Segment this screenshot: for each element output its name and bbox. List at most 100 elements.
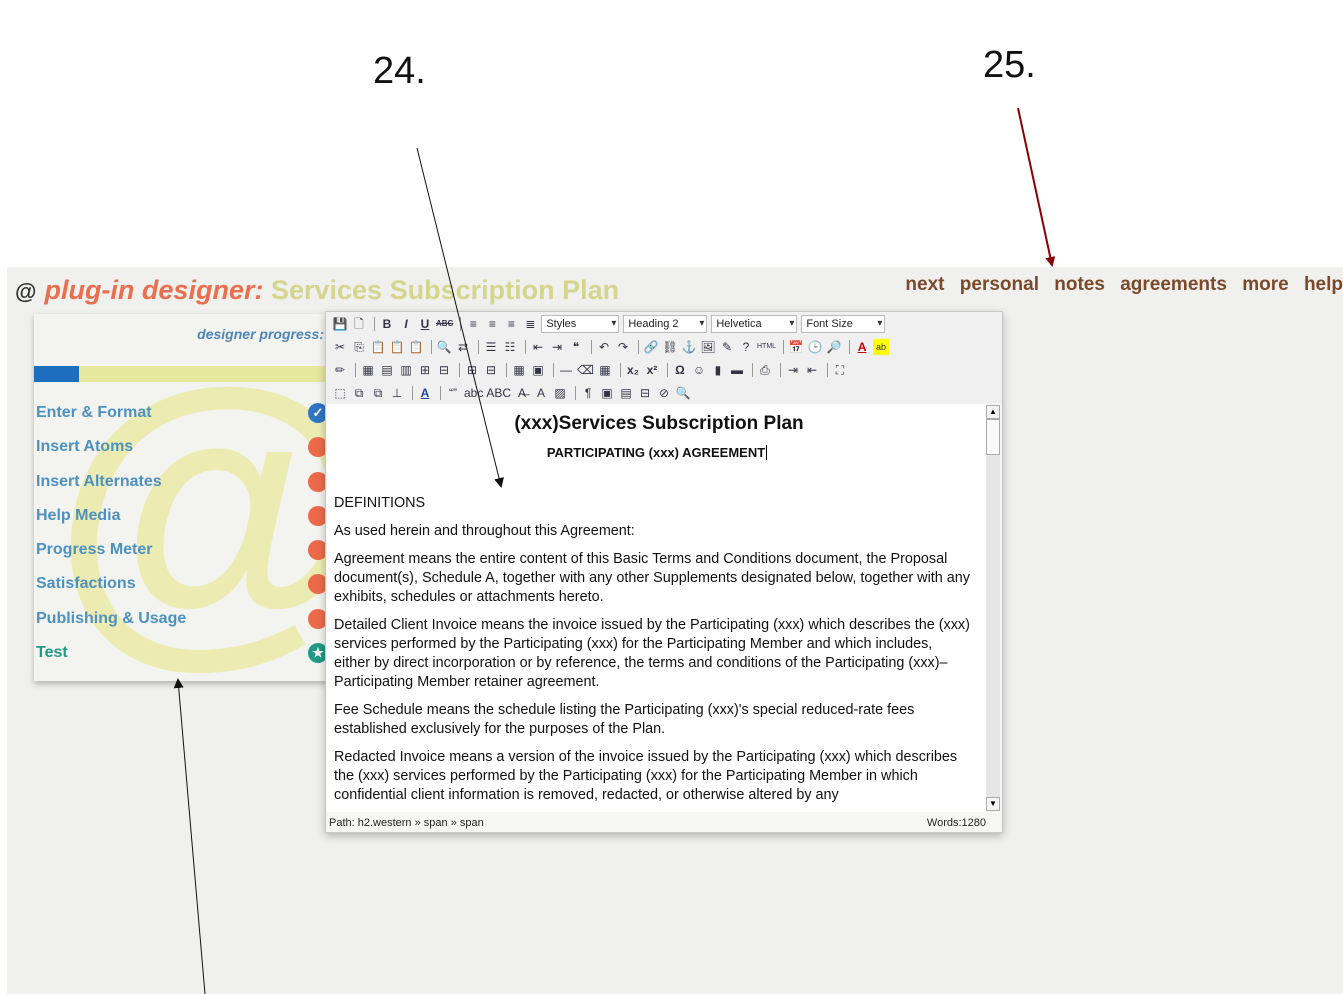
abbr-icon[interactable]: abc — [464, 385, 483, 401]
merge-cell-icon[interactable]: ▣ — [530, 362, 546, 378]
redo-icon[interactable]: ↷ — [615, 339, 631, 355]
cleanup-icon[interactable]: ✎ — [719, 339, 735, 355]
insert-date-icon[interactable]: 📅 — [788, 339, 804, 355]
paste-word-icon[interactable]: 📋 — [408, 339, 424, 355]
horizontal-rule-icon[interactable]: — — [558, 362, 574, 378]
table-icon[interactable]: ▦ — [360, 362, 376, 378]
cell-props-icon[interactable]: ▥ — [398, 362, 414, 378]
html-source-button[interactable]: HTML — [757, 339, 776, 355]
save-icon[interactable]: 💾 — [332, 316, 348, 332]
bullet-list-icon[interactable]: ☰ — [483, 339, 499, 355]
scroll-down-icon[interactable]: ▼ — [986, 797, 1000, 811]
step-test[interactable]: Test ★ — [34, 636, 334, 670]
insert-row-icon[interactable]: ⊞ — [417, 362, 433, 378]
hr-icon[interactable]: ▬ — [729, 362, 745, 378]
paste-icon[interactable]: 📋 — [370, 339, 386, 355]
delete-row-icon[interactable]: ⊟ — [436, 362, 452, 378]
template-icon[interactable]: ▤ — [618, 385, 634, 401]
scroll-thumb[interactable] — [986, 419, 1000, 455]
highlight-color-icon[interactable]: ab — [873, 339, 890, 355]
step-insert-atoms[interactable]: Insert Atoms — [34, 430, 334, 464]
underline-button[interactable]: U — [417, 316, 433, 332]
edit-icon[interactable]: ✏ — [332, 362, 348, 378]
nav-more[interactable]: more — [1242, 274, 1288, 295]
move-forward-icon[interactable]: ⧉ — [351, 385, 367, 401]
format-select[interactable]: Heading 2 — [623, 315, 708, 333]
split-cell-icon[interactable]: ▦ — [511, 362, 527, 378]
nav-agreements[interactable]: agreements — [1120, 274, 1227, 295]
align-right-icon[interactable]: ≡ — [503, 316, 519, 332]
nav-help[interactable]: help — [1304, 274, 1343, 295]
special-char-button[interactable]: Ω — [672, 362, 688, 378]
emoticon-icon[interactable]: ☺ — [691, 362, 707, 378]
ltr-icon[interactable]: ⇥ — [785, 362, 801, 378]
step-progress-meter[interactable]: Progress Meter — [34, 533, 334, 567]
align-left-icon[interactable]: ≡ — [465, 316, 481, 332]
spellcheck-icon[interactable]: ⊘ — [656, 385, 672, 401]
at-logo-icon: @ — [15, 279, 37, 304]
acronym-icon[interactable]: ABC — [486, 385, 511, 401]
image-icon[interactable]: 🖼 — [700, 339, 716, 355]
media-icon[interactable]: ▮ — [710, 362, 726, 378]
scroll-up-icon[interactable]: ▲ — [986, 405, 1000, 419]
editor-content[interactable]: (xxx)Services Subscription Plan PARTICIP… — [327, 404, 987, 812]
indent-icon[interactable]: ⇥ — [549, 339, 565, 355]
fullscreen-icon[interactable]: ⛶ — [832, 362, 848, 378]
find-icon[interactable]: 🔍 — [436, 339, 452, 355]
attribs-icon[interactable]: ▨ — [552, 385, 568, 401]
undo-icon[interactable]: ↶ — [596, 339, 612, 355]
eraser-icon[interactable]: ⌫ — [577, 362, 594, 378]
step-enter-format[interactable]: Enter & Format ✓ — [34, 396, 334, 430]
visual-chars-button[interactable]: ¶ — [580, 385, 596, 401]
editor-scrollbar[interactable]: ▲ ▼ — [986, 405, 1000, 811]
step-insert-alternates[interactable]: Insert Alternates — [34, 465, 334, 499]
numbered-list-icon[interactable]: ☷ — [502, 339, 518, 355]
italic-button[interactable]: I — [398, 316, 414, 332]
move-backward-icon[interactable]: ⧉ — [370, 385, 386, 401]
font-family-select[interactable]: Helvetica — [711, 315, 798, 333]
unlink-icon[interactable]: ⛓ — [662, 339, 678, 355]
delete-col-icon[interactable]: ⊟ — [483, 362, 499, 378]
text-color-icon[interactable]: A — [854, 339, 870, 355]
font-size-select[interactable]: Font Size — [801, 315, 886, 333]
copy-icon[interactable]: ⎘ — [351, 339, 367, 355]
link-icon[interactable]: 🔗 — [643, 339, 659, 355]
nav-personal[interactable]: personal — [960, 274, 1039, 295]
outdent-icon[interactable]: ⇤ — [530, 339, 546, 355]
insert-layer-icon[interactable]: ⬚ — [332, 385, 348, 401]
paste-text-icon[interactable]: 📋 — [389, 339, 405, 355]
preview-icon[interactable]: 🔎 — [826, 339, 842, 355]
nav-notes[interactable]: notes — [1054, 274, 1105, 295]
step-help-media[interactable]: Help Media — [34, 499, 334, 533]
nav-next[interactable]: next — [905, 274, 944, 295]
row-props-icon[interactable]: ▤ — [379, 362, 395, 378]
align-justify-icon[interactable]: ≣ — [522, 316, 538, 332]
cite-icon[interactable]: “” — [445, 385, 461, 401]
strikethrough-button[interactable]: ABC — [436, 316, 453, 332]
styleprops-icon[interactable]: A — [417, 385, 433, 401]
replace-icon[interactable]: ⇄ — [455, 339, 471, 355]
rtl-icon[interactable]: ⇤ — [804, 362, 820, 378]
anchor-icon[interactable]: ⚓ — [681, 339, 697, 355]
visual-aid-icon[interactable]: ▦ — [597, 362, 613, 378]
insert-col-icon[interactable]: ⊞ — [464, 362, 480, 378]
nonbreaking-icon[interactable]: ▣ — [599, 385, 615, 401]
step-publishing-usage[interactable]: Publishing & Usage — [34, 602, 334, 636]
styles-select[interactable]: Styles — [541, 315, 620, 333]
align-center-icon[interactable]: ≡ — [484, 316, 500, 332]
cut-icon[interactable]: ✂ — [332, 339, 348, 355]
page-break-icon[interactable]: ⊟ — [637, 385, 653, 401]
print-preview-icon[interactable]: 🔍 — [675, 385, 691, 401]
blockquote-icon[interactable]: ❝ — [568, 339, 584, 355]
bold-button[interactable]: B — [379, 316, 395, 332]
subscript-button[interactable]: x₂ — [625, 362, 641, 378]
superscript-button[interactable]: x² — [644, 362, 660, 378]
step-satisfactions[interactable]: Satisfactions — [34, 567, 334, 601]
absolute-icon[interactable]: ⊥ — [389, 385, 405, 401]
del-icon[interactable]: A̶ — [514, 385, 530, 401]
insert-time-icon[interactable]: 🕒 — [807, 339, 823, 355]
ins-icon[interactable]: A — [533, 385, 549, 401]
help-icon[interactable]: ? — [738, 339, 754, 355]
print-icon[interactable]: ⎙ — [757, 362, 773, 378]
new-document-icon[interactable]: 🗋 — [351, 316, 367, 332]
